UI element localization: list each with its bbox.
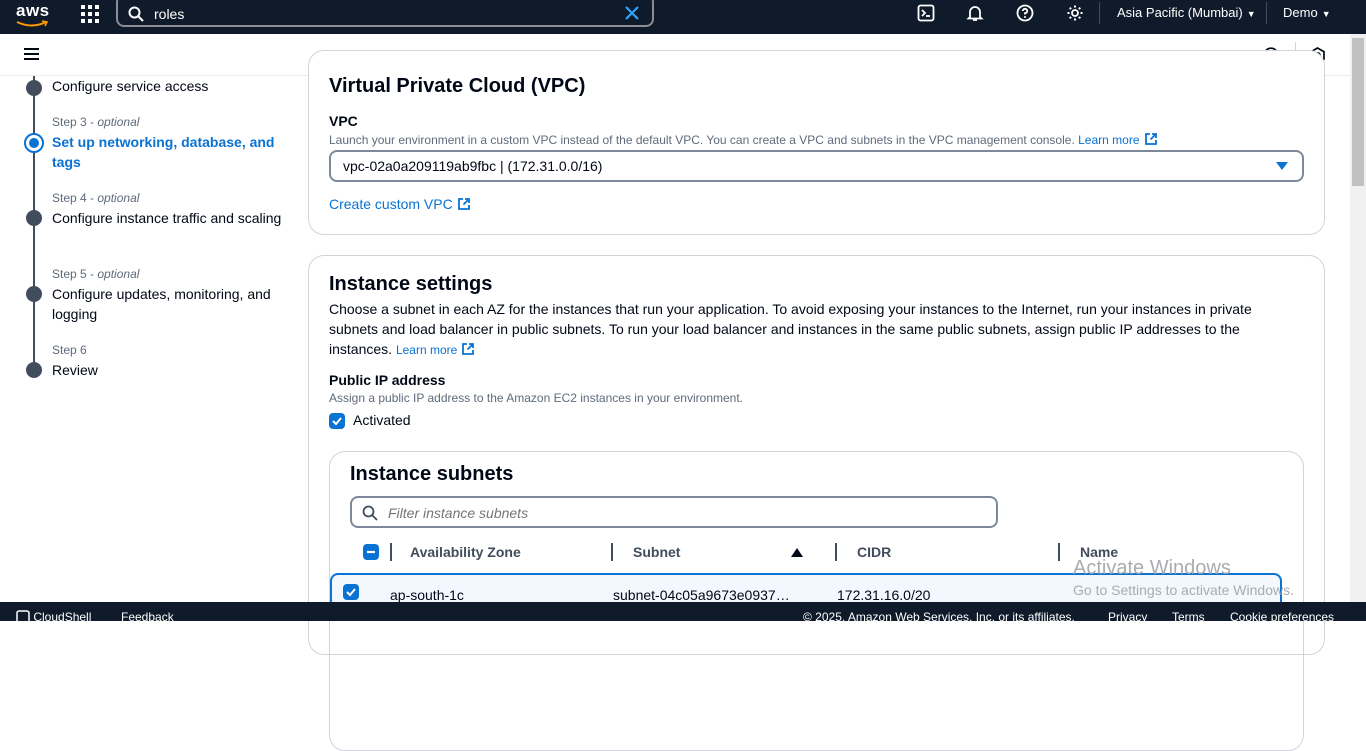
vpc-select[interactable]: vpc-02a0a209119ab9fbc | (172.31.0.0/16) — [329, 150, 1304, 182]
search-input[interactable] — [154, 6, 604, 22]
aws-smile-icon — [16, 20, 48, 27]
step-5-title[interactable]: Configure updates, monitoring, and loggi… — [52, 284, 287, 324]
caret-down-icon: ▼ — [1321, 9, 1331, 19]
watermark-subtitle: Go to Settings to activate Windows. — [1073, 582, 1294, 598]
subnet-filter[interactable] — [350, 496, 998, 528]
public-ip-checkbox[interactable] — [329, 413, 345, 429]
scrollbar-thumb[interactable] — [1352, 38, 1364, 186]
caret-down-icon: ▼ — [1246, 9, 1256, 19]
gear-icon[interactable] — [1066, 4, 1084, 22]
external-link-icon — [1144, 133, 1157, 145]
search-icon — [362, 505, 378, 521]
copyright-text: © 2025, Amazon Web Services, Inc. or its… — [803, 610, 1075, 624]
cell-subnet: subnet-04c05a9673e0937… — [613, 587, 790, 603]
column-divider — [390, 543, 392, 561]
step-3-label: Step 3 - optional — [52, 115, 140, 129]
step-4-title[interactable]: Configure instance traffic and scaling — [52, 208, 287, 228]
step-5-label: Step 5 - optional — [52, 267, 140, 281]
vpc-container: Virtual Private Cloud (VPC) VPC Launch y… — [308, 50, 1325, 235]
check-icon — [332, 417, 342, 426]
privacy-link[interactable]: Privacy — [1108, 610, 1147, 624]
region-selector[interactable]: Asia Pacific (Mumbai) ▼ — [1117, 5, 1256, 20]
minus-icon — [367, 550, 375, 554]
step-connector — [33, 153, 35, 212]
row-checkbox[interactable] — [343, 584, 359, 600]
cell-cidr: 172.31.16.0/20 — [837, 587, 931, 603]
step-connector — [33, 302, 35, 362]
step-indicator — [26, 210, 42, 226]
watermark-title: Activate Windows — [1073, 557, 1231, 579]
instance-settings-description: Choose a subnet in each AZ for the insta… — [329, 301, 1252, 357]
sort-ascending-icon[interactable] — [791, 548, 803, 557]
aws-logo[interactable]: aws — [16, 1, 50, 21]
subnet-filter-input[interactable] — [388, 505, 968, 521]
region-label: Asia Pacific (Mumbai) — [1117, 5, 1243, 20]
cell-availability-zone: ap-south-1c — [390, 587, 464, 603]
column-header-subnet[interactable]: Subnet — [633, 544, 680, 560]
external-link-icon — [462, 343, 475, 355]
step-6-label: Step 6 — [52, 343, 87, 357]
nav-divider — [1099, 2, 1100, 24]
cloudshell-icon[interactable] — [917, 4, 935, 22]
caret-down-icon — [1276, 162, 1288, 170]
column-divider — [1058, 543, 1060, 561]
column-divider — [835, 543, 837, 561]
public-ip-label: Public IP address — [329, 372, 446, 388]
search-icon — [128, 6, 144, 22]
column-header-cidr[interactable]: CIDR — [857, 544, 891, 560]
step-indicator-active — [24, 133, 44, 153]
windows-activation-watermark: Activate Windows Go to Settings to activ… — [1073, 557, 1294, 598]
column-header-availability-zone[interactable]: Availability Zone — [410, 544, 521, 560]
public-ip-description: Assign a public IP address to the Amazon… — [329, 391, 744, 405]
vpc-selected-value: vpc-02a0a209119ab9fbc | (172.31.0.0/16) — [343, 158, 603, 174]
terms-link[interactable]: Terms — [1172, 610, 1205, 624]
cloudshell-icon — [16, 610, 30, 624]
step-indicator — [26, 362, 42, 378]
step-connector — [33, 226, 35, 288]
cloudshell-footer-link[interactable]: CloudShell — [16, 610, 91, 624]
create-custom-vpc-link[interactable]: Create custom VPC — [329, 196, 471, 212]
instance-learn-more-link[interactable]: Learn more — [396, 343, 475, 357]
instance-subnets-table: Instance subnets Availability Zone Subne… — [329, 451, 1304, 751]
menu-icon[interactable] — [24, 48, 39, 60]
step-connector — [33, 96, 35, 136]
select-all-checkbox[interactable] — [363, 544, 379, 560]
apps-grid-icon[interactable] — [81, 5, 99, 23]
nav-divider — [1266, 2, 1267, 24]
clear-search-icon[interactable] — [624, 5, 640, 21]
footer-bar: CloudShell Feedback © 2025, Amazon Web S… — [0, 602, 1366, 624]
help-icon[interactable] — [1016, 4, 1034, 22]
step-3-title[interactable]: Set up networking, database, and tags — [52, 132, 287, 172]
step-indicator — [26, 286, 42, 302]
step-2-title[interactable]: Configure service access — [52, 76, 287, 96]
wizard-steps-nav: Configure service access Step 3 - option… — [0, 76, 300, 601]
bell-icon[interactable] — [966, 4, 984, 22]
vpc-learn-more-link[interactable]: Learn more — [1078, 133, 1157, 147]
vpc-field-label: VPC — [329, 113, 358, 129]
feedback-link[interactable]: Feedback — [121, 610, 174, 624]
top-navigation: aws Asia Pacific (Mumbai)▼ Demo▼ — [0, 0, 1366, 34]
check-icon — [346, 588, 356, 597]
column-divider — [611, 543, 613, 561]
step-indicator — [26, 80, 42, 96]
user-menu[interactable]: Demo ▼ — [1283, 5, 1331, 20]
instance-subnets-title: Instance subnets — [350, 463, 514, 485]
vpc-field-description: Launch your environment in a custom VPC … — [329, 132, 1158, 147]
user-name: Demo — [1283, 5, 1318, 20]
cookie-preferences-link[interactable]: Cookie preferences — [1230, 610, 1334, 624]
instance-settings-title: Instance settings — [329, 273, 493, 295]
step-4-label: Step 4 - optional — [52, 191, 140, 205]
global-search[interactable] — [116, 0, 654, 27]
activated-label: Activated — [353, 412, 411, 428]
vpc-section-title: Virtual Private Cloud (VPC) — [329, 75, 586, 97]
external-link-icon — [457, 198, 470, 210]
step-6-title[interactable]: Review — [52, 360, 287, 380]
